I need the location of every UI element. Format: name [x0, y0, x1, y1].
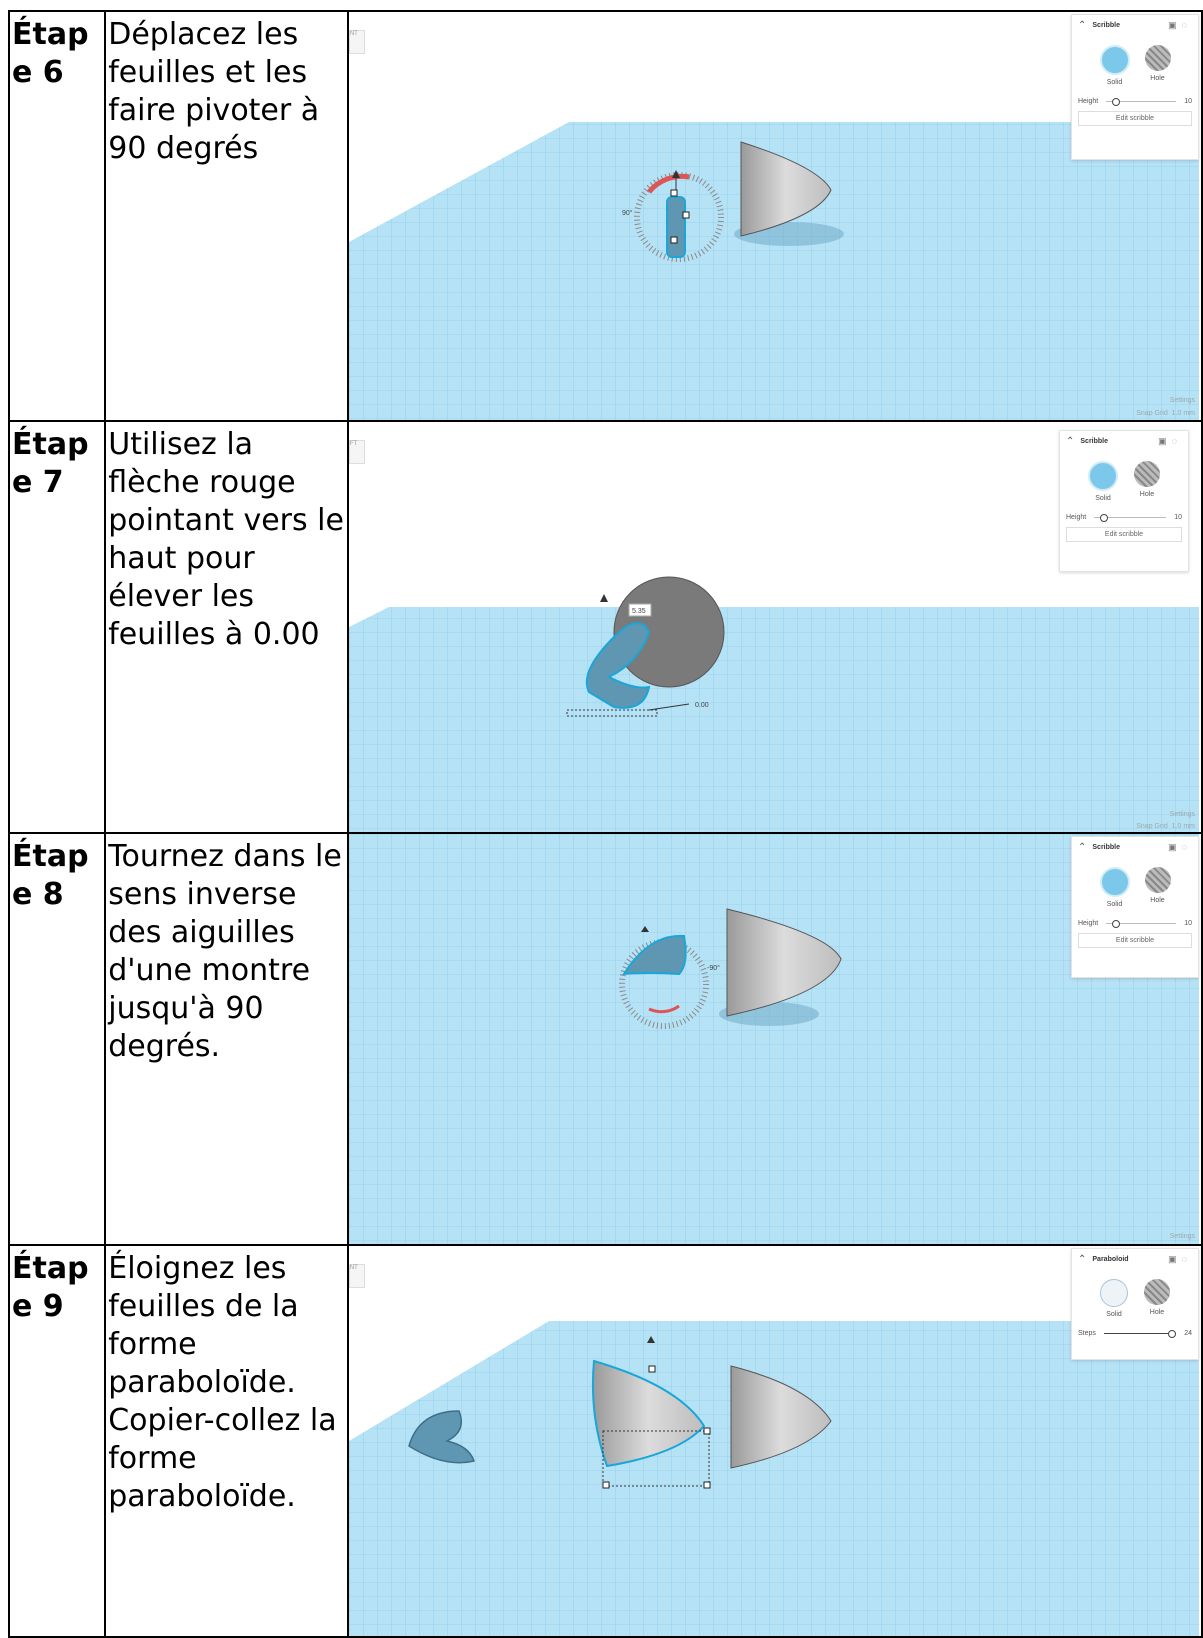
steps-slider[interactable]: [1103, 1330, 1177, 1338]
solid-swatch-icon: [1088, 461, 1118, 491]
height-slider[interactable]: [1094, 514, 1167, 522]
viewport-3d[interactable]: -90° ⌃ Scribble ▣◌ Solid Hole Height 10 …: [349, 835, 1200, 1243]
viewport-3d[interactable]: NT ⌃ Paraboloid ▣◌ Solid Hole Steps 24: [349, 1247, 1200, 1635]
settings-link[interactable]: Settings: [1170, 397, 1195, 404]
step-row: Étape 8 Tournez dans le sens inverse des…: [7, 832, 1203, 1246]
steps-table: Étape 6 Déplacez les feuilles et les fai…: [7, 10, 1203, 1638]
edit-scribble-button[interactable]: Edit scribble: [1078, 933, 1192, 948]
panel-title: Scribble: [1092, 21, 1121, 29]
height-label: Height: [1078, 920, 1099, 927]
step-label: Étape 6: [7, 10, 107, 422]
hole-option[interactable]: Hole: [1144, 1279, 1170, 1318]
step-screenshot: NT ⌃ Paraboloid ▣◌ Solid Hole Steps 24: [346, 1244, 1203, 1638]
edit-scribble-button[interactable]: Edit scribble: [1066, 527, 1182, 542]
rotation-angle-label: 90°: [622, 209, 633, 217]
offset-value-label: 0.00: [695, 702, 709, 709]
solid-option[interactable]: Solid: [1100, 1279, 1128, 1318]
rotation-angle-label: -90°: [707, 964, 720, 972]
shape-inspector-panel: ⌃ Scribble ▣◌ Solid Hole Height 10 Edit …: [1059, 430, 1189, 572]
edit-scribble-button[interactable]: Edit scribble: [1078, 111, 1192, 126]
lock-and-bulb-icons[interactable]: ▣◌: [1168, 20, 1192, 31]
step-label: Étape 7: [7, 420, 107, 834]
step-screenshot: 5.35 0.00 FT ⌃ Scribble ▣◌ Solid Hole He…: [346, 420, 1203, 834]
collapse-caret-icon[interactable]: ⌃: [1078, 842, 1086, 853]
height-label: Height: [1066, 514, 1087, 521]
settings-link[interactable]: Settings: [1170, 1233, 1195, 1240]
hole-option[interactable]: Hole: [1144, 867, 1171, 908]
shape-inspector-panel: ⌃ Scribble ▣◌ Solid Hole Height 10 Edit …: [1071, 836, 1199, 978]
hole-swatch-icon: [1134, 461, 1160, 487]
step-row: Étape 9 Éloignez les feuilles de la form…: [7, 1244, 1203, 1638]
step-label: Étape 9: [7, 1244, 107, 1638]
hole-swatch-icon: [1144, 1279, 1170, 1305]
steps-value: 24: [1184, 1330, 1192, 1337]
step-description: Tournez dans le sens inverse des aiguill…: [104, 832, 349, 1246]
snap-grid-control[interactable]: Snap Grid 1.0 mm: [1136, 823, 1195, 830]
panel-title: Scribble: [1080, 437, 1109, 445]
solid-option[interactable]: Solid: [1088, 461, 1118, 502]
collapse-caret-icon[interactable]: ⌃: [1078, 1254, 1086, 1265]
lock-and-bulb-icons[interactable]: ▣◌: [1168, 1254, 1192, 1265]
panel-title: Scribble: [1092, 843, 1121, 851]
viewport-3d[interactable]: 90° NT ⌃ Scribble ▣◌ Solid Hole Height 1…: [349, 13, 1200, 419]
solid-option[interactable]: Solid: [1099, 867, 1130, 908]
lock-and-bulb-icons[interactable]: ▣◌: [1158, 436, 1182, 447]
step-description: Déplacez les feuilles et les faire pivot…: [104, 10, 349, 422]
side-tab[interactable]: NT: [349, 30, 365, 54]
solid-option[interactable]: Solid: [1099, 45, 1130, 86]
step-row: Étape 6 Déplacez les feuilles et les fai…: [7, 10, 1203, 422]
collapse-caret-icon[interactable]: ⌃: [1066, 436, 1074, 447]
solid-swatch-icon: [1099, 45, 1130, 75]
side-tab[interactable]: NT: [349, 1264, 365, 1288]
collapse-caret-icon[interactable]: ⌃: [1078, 20, 1086, 31]
step-description: Éloignez les feuilles de la forme parabo…: [104, 1244, 349, 1638]
step-screenshot: 90° NT ⌃ Scribble ▣◌ Solid Hole Height 1…: [346, 10, 1203, 422]
snap-grid-control[interactable]: Snap Grid 1.0 mm: [1136, 410, 1195, 417]
hole-option[interactable]: Hole: [1134, 461, 1160, 502]
hole-option[interactable]: Hole: [1144, 45, 1171, 86]
height-value: 10: [1184, 920, 1192, 927]
steps-label: Steps: [1078, 1330, 1096, 1337]
step-description: Utilisez la flèche rouge pointant vers l…: [104, 420, 349, 834]
lock-and-bulb-icons[interactable]: ▣◌: [1168, 842, 1192, 853]
hole-swatch-icon: [1144, 45, 1171, 71]
settings-link[interactable]: Settings: [1170, 811, 1195, 818]
shape-inspector-panel: ⌃ Paraboloid ▣◌ Solid Hole Steps 24: [1071, 1248, 1199, 1360]
height-slider[interactable]: [1106, 98, 1177, 106]
step-row: Étape 7 Utilisez la flèche rouge pointan…: [7, 420, 1203, 834]
step-label: Étape 8: [7, 832, 107, 1246]
panel-title: Paraboloid: [1092, 1255, 1129, 1263]
height-value: 10: [1184, 98, 1192, 105]
shape-inspector-panel: ⌃ Scribble ▣◌ Solid Hole Height 10 Edit …: [1071, 14, 1199, 160]
height-label: Height: [1078, 98, 1099, 105]
height-value: 10: [1174, 514, 1182, 521]
side-tab[interactable]: FT: [349, 440, 365, 464]
solid-swatch-icon: [1100, 1279, 1128, 1307]
leaf-shape[interactable]: [665, 196, 686, 258]
elevation-value-label: 5.35: [632, 608, 646, 615]
solid-swatch-icon: [1099, 867, 1130, 897]
hole-swatch-icon: [1144, 867, 1171, 893]
height-slider[interactable]: [1106, 920, 1177, 928]
viewport-3d[interactable]: 5.35 0.00 FT ⌃ Scribble ▣◌ Solid Hole He…: [349, 423, 1200, 831]
step-screenshot: -90° ⌃ Scribble ▣◌ Solid Hole Height 10 …: [346, 832, 1203, 1246]
